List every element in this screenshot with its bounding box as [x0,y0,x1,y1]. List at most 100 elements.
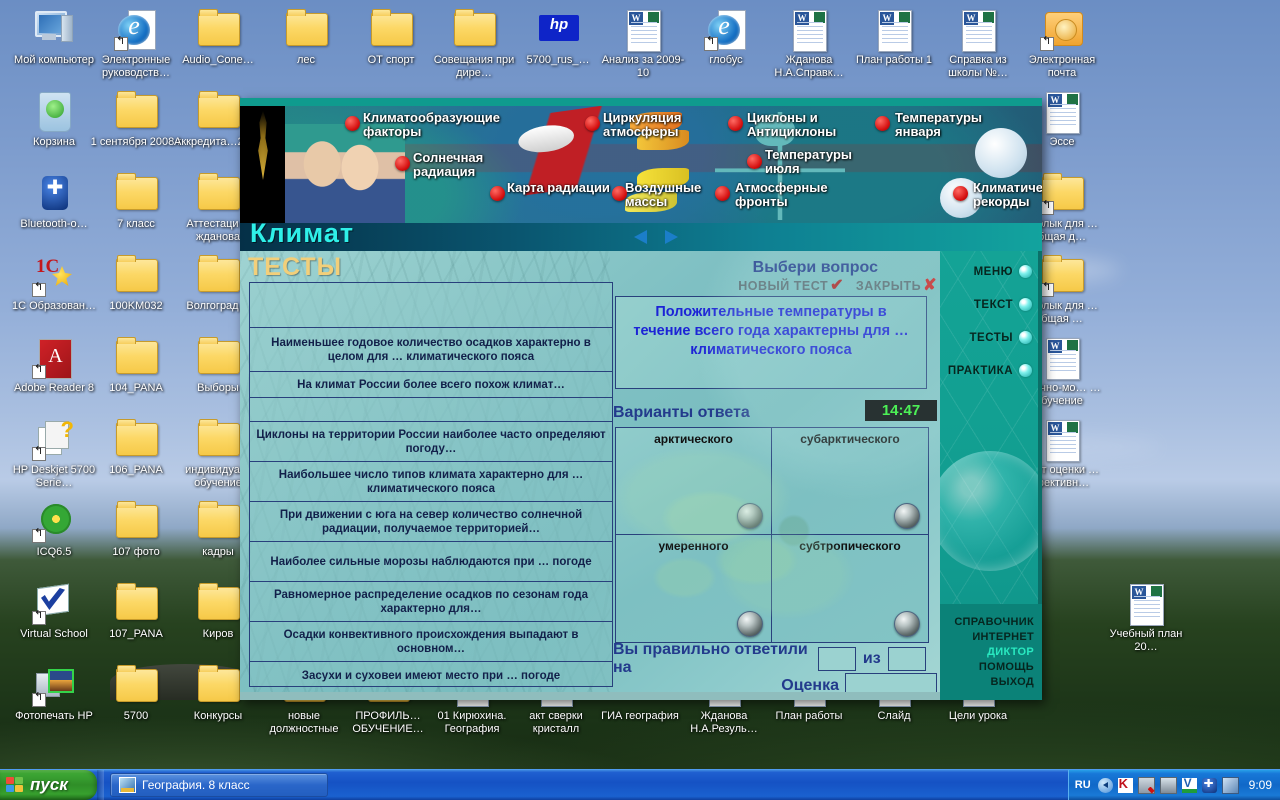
banner-hotspot-label[interactable]: Климатообразующие факторы [363,111,500,139]
answer-options-grid[interactable]: арктического субарктического умеренного суб… [615,427,929,643]
desktop-icon[interactable]: W Жданова Н.А.Справк… [763,8,855,80]
banner-hotspot-dot[interactable] [585,116,600,131]
start-button[interactable]: пуск [0,770,97,800]
desktop-icon[interactable]: глобус [680,8,772,67]
desktop-icon[interactable]: 106_PANA [90,418,182,477]
answer-select-knob[interactable] [737,611,763,637]
bottom-link[interactable]: СПРАВОЧНИК [954,615,1034,630]
banner-hotspot-label[interactable]: Солнечная радиация [413,151,523,179]
next-arrow-icon[interactable] [665,230,678,244]
banner-hotspot-label[interactable]: Температуры июля [765,148,875,176]
screen-icon[interactable] [1221,776,1239,794]
desktop-icon[interactable]: Virtual School [8,582,100,641]
question-list-item[interactable]: Равномерное распределение осадков по сез… [250,582,612,622]
desktop-icon[interactable]: Audio_Cone… [172,8,264,67]
taskbar-item-geography[interactable]: География. 8 класс [110,773,328,797]
question-list-item[interactable]: Наиболее сильные морозы наблюдаются при … [250,542,612,582]
desktop-icon-label: Жданова Н.А.Резуль… [690,710,758,735]
banner-hotspot-dot[interactable] [728,116,743,131]
question-list-item[interactable]: Осадки конвективного происхождения выпад… [250,622,612,662]
close-x-icon[interactable]: ✘ [923,277,937,294]
desktop-icon[interactable]: W План работы 1 [848,8,940,67]
answer-option-cell[interactable]: субтропического [772,535,928,642]
prev-arrow-icon[interactable] [634,230,647,244]
banner-hotspot-dot[interactable] [345,116,360,131]
bottom-link[interactable]: ВЫХОД [990,675,1034,690]
banner-hotspot-dot[interactable] [490,186,505,201]
desktop-icon[interactable]: 104_PANA [90,336,182,395]
desktop-icon[interactable]: Bluetooth-о… [8,172,100,231]
desktop-icon[interactable]: 107 фото [90,500,182,559]
nav-item-3[interactable]: ТЕСТЫ [970,331,1032,344]
close-button[interactable]: ЗАКРЫТЬ [856,279,921,293]
desktop-icon[interactable]: 5700_rus_… [512,8,604,67]
desktop-icon[interactable]: Электронные руководств… [90,8,182,80]
desktop-icon[interactable]: W Анализ за 2009-10 [597,8,689,80]
banner-hotspot-label[interactable]: Атмосферные фронты [735,181,845,209]
desktop-icon[interactable]: Совещания при дире… [428,8,520,80]
desktop-icon[interactable]: Корзина [8,90,100,149]
desktop-icon[interactable]: ICQ6.5 [8,500,100,559]
desktop-icon[interactable]: 107_PANA [90,582,182,641]
question-list[interactable]: Наименьшее годовое количество осадков ха… [249,282,613,687]
bottom-link[interactable]: ПОМОЩЬ [979,660,1034,675]
desktop-icon[interactable]: 5700 [90,664,182,723]
language-indicator[interactable]: RU [1075,779,1091,791]
desktop-icon[interactable]: W Справка из школы №… [932,8,1024,80]
desktop-icon[interactable]: Фотопечать HP [8,664,100,723]
desktop-icon[interactable]: 1С Образован… [8,254,100,313]
climate-tutorial-window[interactable]: Климатообразующие факторы Солнечная радиа… [240,98,1042,700]
desktop-icon[interactable]: ?HP Deskjet 5700 Serie… [8,417,100,490]
desktop-icon[interactable]: 100KM032 [90,254,182,313]
banner-hotspot-label[interactable]: Карта радиации [507,181,617,195]
banner-hotspot-dot[interactable] [395,156,410,171]
answer-select-knob[interactable] [894,503,920,529]
question-list-item[interactable]: При движении с юга на север количество с… [250,502,612,542]
banner-hotspot-dot[interactable] [612,186,627,201]
desktop-icon[interactable]: Электронная почта [1016,8,1108,80]
score-correct-field[interactable] [817,647,856,671]
question-list-item[interactable]: На климат России более всего похож клима… [250,372,612,398]
nav-bottom-links[interactable]: СПРАВОЧНИК ИНТЕРНЕТ ДИКТОР ПОМОЩЬ ВЫХОД [940,604,1042,700]
question-list-item[interactable] [250,283,612,328]
banner-hotspot-dot[interactable] [953,186,968,201]
clock[interactable]: 9:09 [1249,778,1272,792]
nav-item-2[interactable]: ТЕКСТ [974,298,1032,311]
desktop-icon[interactable]: Мой компьютер [8,8,100,67]
nav-item-4[interactable]: ПРАКТИКА [948,364,1032,377]
volume-v-icon[interactable] [1181,776,1197,793]
banner-hotspot-dot[interactable] [875,116,890,131]
desktop-icon[interactable]: Adobe Reader 8 [8,336,100,395]
banner-hotspot-label[interactable]: Температуры января [895,111,1005,139]
answer-option-cell[interactable]: арктического [616,428,772,535]
answer-select-knob[interactable] [737,503,763,529]
desktop-icon[interactable]: 1 сентября 2008 г [90,90,182,149]
answer-option-cell[interactable]: субарктического [772,428,928,535]
desktop-icon[interactable]: лес [260,8,352,67]
nav-item-1[interactable]: МЕНЮ [974,265,1032,278]
antivirus-k-icon[interactable] [1117,776,1133,793]
banner-hotspot-dot[interactable] [715,186,730,201]
banner-hotspot-dot[interactable] [747,154,762,169]
score-total-field[interactable] [887,647,926,671]
question-list-item[interactable]: Наибольшее число типов климата характерн… [250,462,612,502]
network-disconnected-icon[interactable] [1137,776,1155,794]
bottom-link[interactable]: ИНТЕРНЕТ [972,630,1034,645]
banner-hotspot-label[interactable]: Климатические рекорды [973,181,1042,209]
banner-hotspot-label[interactable]: Циклоны и Антициклоны [747,111,857,139]
show-hidden-icons-chevron-icon[interactable] [1097,777,1113,793]
desktop-icon[interactable]: 7 класс [90,172,182,231]
question-list-item[interactable] [250,398,612,422]
new-test-button[interactable]: НОВЫЙ ТЕСТ [738,279,828,293]
bluetooth-icon[interactable] [1201,775,1217,793]
answer-option-cell[interactable]: умеренного [616,535,772,642]
network-icon[interactable] [1159,776,1177,794]
question-list-item[interactable]: Циклоны на территории России наиболее ча… [250,422,612,462]
question-list-item[interactable]: Наименьшее годовое количество осадков ха… [250,328,612,372]
desktop-icon[interactable]: W Учебный план 20… [1100,582,1192,654]
banner-hotspot-label[interactable]: Циркуляция атмосферы [603,111,713,139]
question-list-item[interactable]: Засухи и суховеи имеют место при … погод… [250,662,612,686]
desktop-icon[interactable]: ОТ спорт [345,8,437,67]
bottom-link[interactable]: ДИКТОР [987,645,1034,660]
answer-select-knob[interactable] [894,611,920,637]
